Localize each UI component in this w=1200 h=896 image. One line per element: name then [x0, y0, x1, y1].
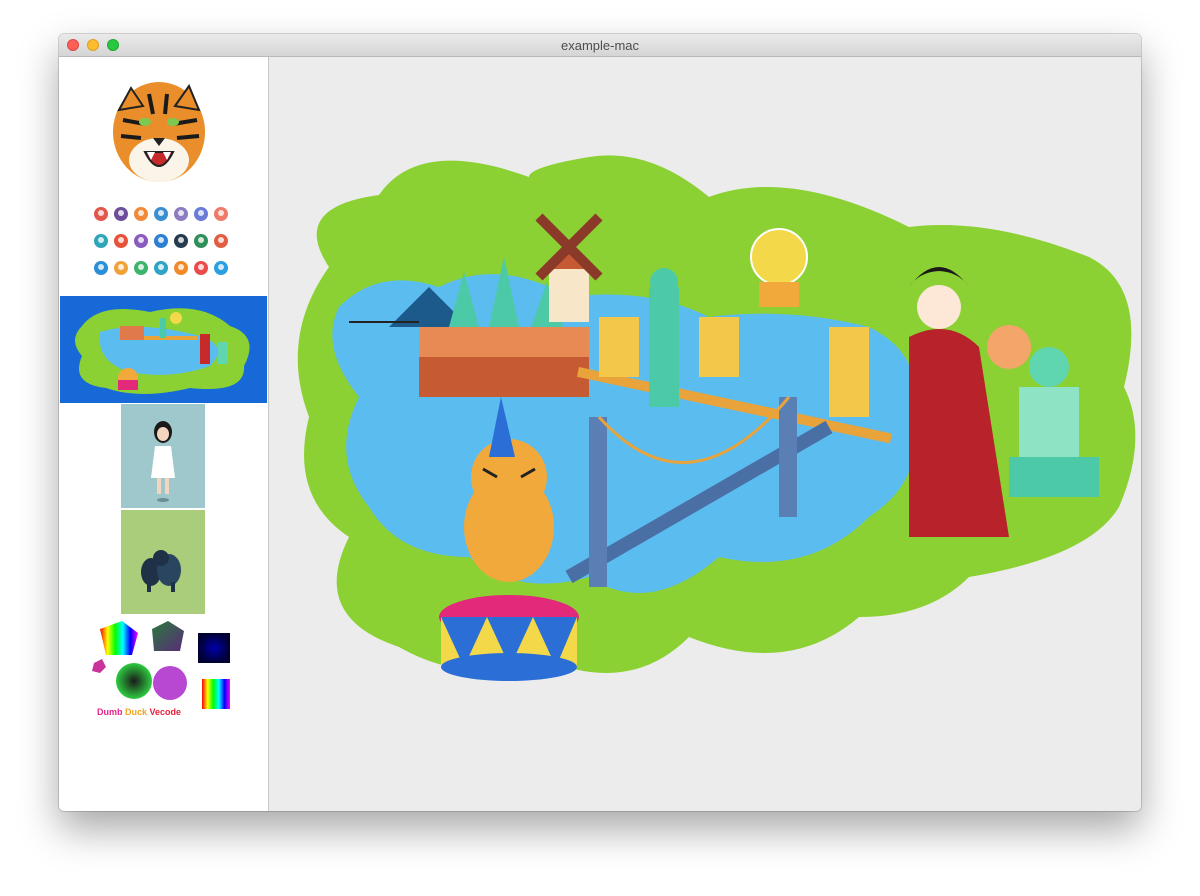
sidebar-item-avatars[interactable]: [94, 207, 234, 279]
avatar-icon: [174, 234, 188, 248]
sidebar-item-animals[interactable]: [121, 510, 205, 614]
brand-word1: Dumb: [96, 707, 123, 717]
main-canvas[interactable]: [269, 57, 1141, 811]
tiger-head-icon: [113, 82, 205, 182]
app-window: example-mac Dumb Duck Vecode: [59, 34, 1141, 811]
brand-label: Dumb Duck Vecode: [84, 707, 194, 717]
title-bar[interactable]: example-mac: [59, 34, 1141, 57]
avatar-icon: [114, 261, 128, 275]
sidebar-item-tiger[interactable]: [109, 80, 209, 188]
gradient-shapes-icon: [92, 621, 230, 709]
girl-figure-icon: [151, 421, 175, 502]
avatar-icon: [94, 261, 108, 275]
avatar-icon: [114, 207, 128, 221]
sidebar-item-shapes[interactable]: Dumb Duck Vecode: [84, 619, 250, 719]
travel-illustration: [297, 155, 1136, 681]
avatar-icon: [194, 261, 208, 275]
avatar-icon: [154, 207, 168, 221]
avatar-icon: [134, 207, 148, 221]
avatar-icon: [214, 234, 228, 248]
sidebar-item-girl[interactable]: [121, 404, 205, 508]
avatar-icon: [174, 207, 188, 221]
avatar-icon: [214, 261, 228, 275]
avatar-icon: [154, 234, 168, 248]
brand-word2: Duck: [124, 707, 147, 717]
animal-group-icon: [141, 550, 181, 592]
brand-word3: Vecode: [149, 707, 182, 717]
avatar-icon: [154, 261, 168, 275]
avatar-icon: [214, 207, 228, 221]
window-title: example-mac: [560, 38, 640, 53]
avatar-icon: [114, 234, 128, 248]
avatar-icon: [94, 207, 108, 221]
avatar-icon: [174, 261, 188, 275]
avatar-icon: [194, 207, 208, 221]
scene-thumbnail-icon: [75, 308, 250, 394]
sidebar: Dumb Duck Vecode: [59, 57, 269, 811]
sidebar-item-travel-scene[interactable]: [60, 296, 267, 403]
avatar-icon: [194, 234, 208, 248]
avatar-icon: [94, 234, 108, 248]
avatar-icon: [134, 261, 148, 275]
avatar-icon: [134, 234, 148, 248]
